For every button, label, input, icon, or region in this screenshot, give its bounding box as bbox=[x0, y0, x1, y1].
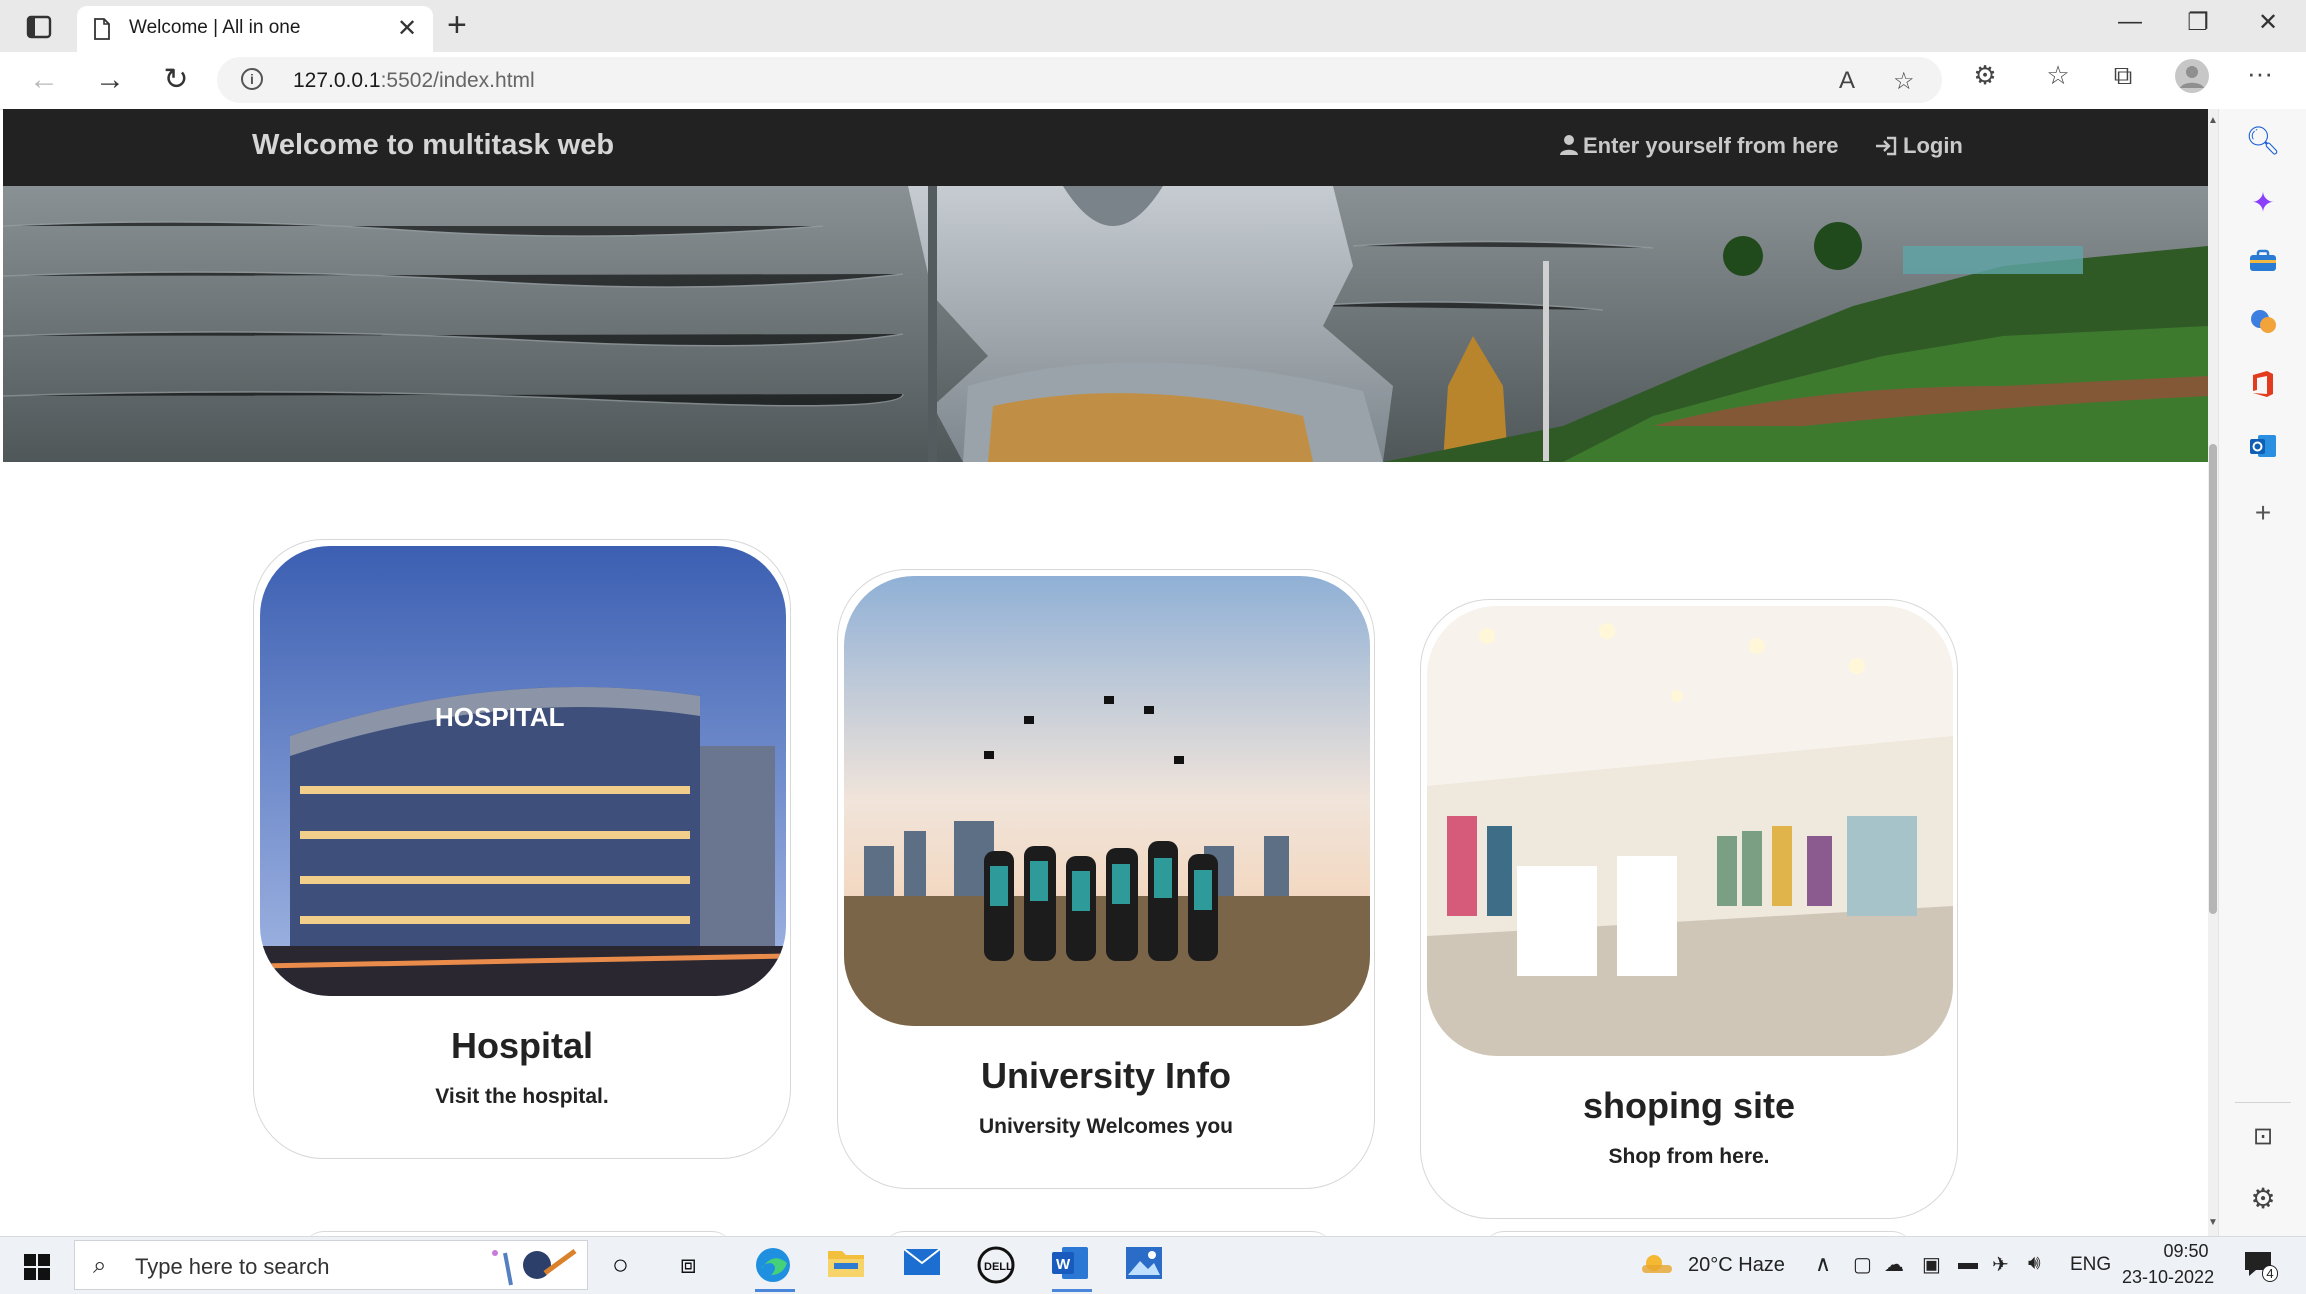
hide-sidebar-icon[interactable]: ⊡ bbox=[2243, 1117, 2283, 1157]
read-aloud-icon[interactable]: A bbox=[1839, 67, 1855, 95]
dell-icon[interactable]: DELL bbox=[976, 1245, 1020, 1285]
discover-icon[interactable]: ✦ bbox=[2243, 183, 2283, 223]
show-hidden-icons-chevron-icon[interactable]: ∧ bbox=[1815, 1251, 1831, 1277]
card-title: Hospital bbox=[450, 1025, 593, 1066]
page-viewport: Welcome to multitask web Enter yourself … bbox=[3, 109, 2208, 1236]
extensions-icon[interactable]: ⚙ bbox=[1965, 60, 2005, 91]
edge-sidebar: 🔍︎ ✦ + ⊡ ⚙ bbox=[2218, 109, 2306, 1236]
taskbar-search-box[interactable]: ⌕ Type here to search bbox=[74, 1240, 588, 1290]
search-highlight-icon bbox=[475, 1243, 585, 1294]
tab-actions-menu-icon[interactable] bbox=[22, 12, 56, 42]
graduates-photo bbox=[844, 576, 1370, 1026]
page-icon bbox=[93, 18, 111, 40]
weather-icon[interactable] bbox=[1640, 1251, 1674, 1283]
url-host: 127.0.0.1 bbox=[293, 69, 381, 92]
favorites-icon[interactable]: ☆ bbox=[2038, 60, 2078, 91]
browser-toolbar: ← → ↻ i 127.0.0.1:5502/index.html A ☆ ⚙ … bbox=[0, 52, 2306, 110]
task-view-icon[interactable]: ⧈ bbox=[680, 1249, 697, 1281]
svg-text:DELL: DELL bbox=[984, 1261, 1013, 1273]
page-scrollbar[interactable]: ▲ ▼ bbox=[2208, 109, 2218, 1236]
back-arrow-icon[interactable]: ← bbox=[24, 62, 64, 98]
register-link[interactable]: Enter yourself from here bbox=[1559, 133, 1839, 159]
clock-time[interactable]: 09:50 bbox=[2146, 1241, 2226, 1262]
battery-icon[interactable]: ▬ bbox=[1958, 1252, 1978, 1275]
site-navbar: Welcome to multitask web Enter yourself … bbox=[3, 109, 2208, 186]
close-tab-icon[interactable]: ✕ bbox=[397, 14, 417, 43]
add-sidebar-app-icon[interactable]: + bbox=[2243, 493, 2283, 533]
profile-avatar-icon[interactable] bbox=[2172, 58, 2212, 101]
airplane-mode-icon[interactable]: ✈ bbox=[1992, 1252, 2009, 1277]
photos-icon[interactable] bbox=[1124, 1245, 1168, 1285]
cortana-icon[interactable]: ○ bbox=[612, 1249, 629, 1281]
clock-date[interactable]: 23-10-2022 bbox=[2122, 1267, 2214, 1288]
add-favorite-icon[interactable]: ☆ bbox=[1893, 67, 1915, 96]
forward-arrow-icon[interactable]: → bbox=[90, 62, 130, 98]
minimize-icon[interactable]: — bbox=[2110, 8, 2150, 36]
onedrive-icon[interactable]: ☁ bbox=[1884, 1252, 1904, 1277]
shopping-card[interactable]: shoping site Shop from here. bbox=[1420, 599, 1958, 1219]
collections-icon[interactable]: ⧉ bbox=[2103, 60, 2143, 92]
windows-taskbar: ⌕ Type here to search ○ ⧈ DELL W 20°C Ha… bbox=[0, 1236, 2306, 1294]
windows-start-icon[interactable] bbox=[24, 1254, 50, 1280]
taskbar-search-placeholder: Type here to search bbox=[135, 1254, 330, 1279]
language-indicator[interactable]: ENG bbox=[2070, 1254, 2111, 1276]
browser-tab-active[interactable]: Welcome | All in one ✕ bbox=[77, 6, 433, 52]
site-brand[interactable]: Welcome to multitask web bbox=[252, 129, 614, 162]
meet-now-icon[interactable]: ▢ bbox=[1853, 1252, 1872, 1277]
address-bar[interactable]: i 127.0.0.1:5502/index.html A ☆ bbox=[217, 57, 1942, 103]
university-card[interactable]: University Info University Welcomes you bbox=[837, 569, 1375, 1189]
search-icon[interactable]: 🔍︎ bbox=[2243, 121, 2283, 161]
url-path: :5502/index.html bbox=[380, 69, 535, 92]
card-text: Shop from here. bbox=[1608, 1145, 1770, 1168]
card-text: Visit the hospital. bbox=[435, 1085, 609, 1108]
volume-icon[interactable]: 🔊︎ bbox=[2028, 1252, 2041, 1275]
refresh-icon[interactable]: ↻ bbox=[156, 62, 196, 98]
scroll-up-arrow-icon[interactable]: ▲ bbox=[2208, 115, 2218, 126]
new-tab-icon[interactable]: + bbox=[447, 6, 467, 45]
edge-browser-icon[interactable] bbox=[753, 1245, 797, 1292]
restore-icon[interactable]: ❐ bbox=[2178, 8, 2218, 37]
url-text[interactable]: 127.0.0.1:5502/index.html bbox=[293, 69, 535, 93]
svg-text:HOSPITAL: HOSPITAL bbox=[435, 702, 565, 732]
search-icon: ⌕ bbox=[93, 1252, 107, 1279]
office-icon[interactable] bbox=[2243, 369, 2283, 409]
hospital-card[interactable]: HOSPITAL Hospital Visit the hospital. bbox=[253, 539, 791, 1159]
tab-title: Welcome | All in one bbox=[129, 17, 301, 38]
outlook-icon[interactable] bbox=[2243, 431, 2283, 471]
login-icon bbox=[1876, 136, 1897, 156]
sidebar-settings-gear-icon[interactable]: ⚙ bbox=[2243, 1179, 2283, 1219]
close-window-icon[interactable]: ✕ bbox=[2248, 8, 2288, 37]
login-link[interactable]: Login bbox=[1875, 133, 1963, 159]
mail-icon[interactable] bbox=[902, 1245, 946, 1285]
card-title: University Info bbox=[980, 1055, 1232, 1096]
card-title: shoping site bbox=[1582, 1085, 1795, 1126]
games-icon[interactable] bbox=[2243, 307, 2283, 347]
hero-banner-image bbox=[3, 186, 2208, 462]
scrollbar-thumb[interactable] bbox=[2209, 444, 2217, 914]
user-icon bbox=[1560, 135, 1578, 155]
notification-count-badge: 4 bbox=[2262, 1265, 2278, 1282]
tools-icon[interactable] bbox=[2243, 245, 2283, 285]
card-text: University Welcomes you bbox=[978, 1115, 1234, 1138]
hospital-building-photo: HOSPITAL bbox=[260, 546, 786, 996]
svg-text:W: W bbox=[1056, 1256, 1071, 1273]
weather-text[interactable]: 20°C Haze bbox=[1688, 1254, 1785, 1277]
file-explorer-icon[interactable] bbox=[826, 1245, 870, 1285]
word-icon[interactable]: W bbox=[1050, 1245, 1094, 1292]
site-info-icon[interactable]: i bbox=[241, 68, 263, 90]
login-link-label: Login bbox=[1903, 133, 1963, 158]
display-icon[interactable]: ▣ bbox=[1922, 1252, 1941, 1277]
scroll-down-arrow-icon[interactable]: ▼ bbox=[2208, 1217, 2218, 1228]
more-options-icon[interactable]: ··· bbox=[2240, 58, 2280, 89]
register-link-label: Enter yourself from here bbox=[1583, 133, 1839, 158]
sidebar-divider bbox=[2235, 1102, 2291, 1103]
store-interior-photo bbox=[1427, 606, 1953, 1056]
browser-tab-strip: Welcome | All in one ✕ + — ❐ ✕ bbox=[0, 0, 2306, 52]
